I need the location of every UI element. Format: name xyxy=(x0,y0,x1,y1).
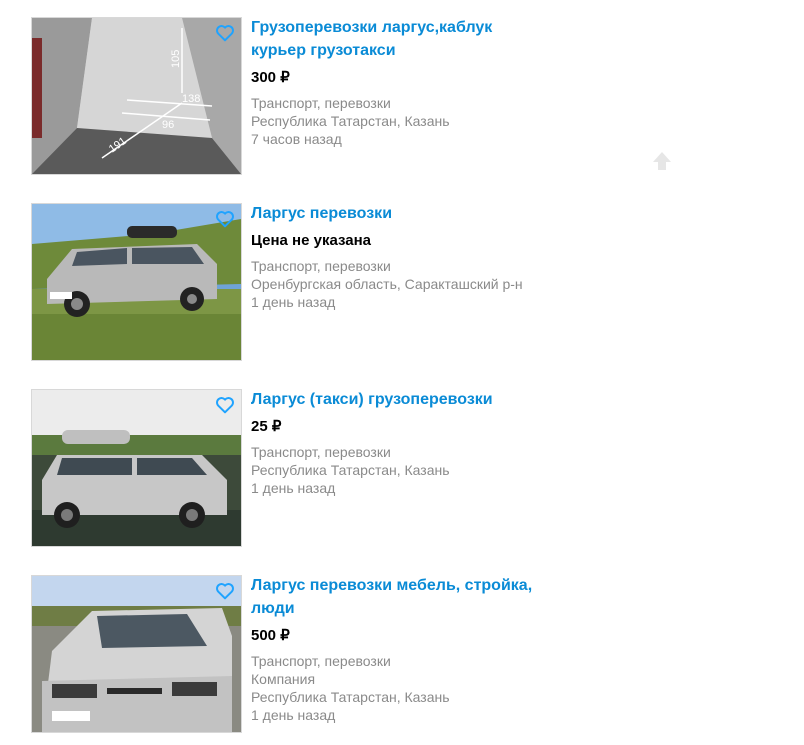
listing-title-link[interactable]: Ларгус (такси) грузоперевозки xyxy=(251,388,541,411)
listing-seller-type: Компания xyxy=(251,671,316,687)
listing-page: 105 138 96 191 Грузоперевозки ларгус,каб… xyxy=(0,0,804,745)
listing-time: 7 часов назад xyxy=(251,131,342,147)
listing-title-link[interactable]: Ларгус перевозки xyxy=(251,202,541,225)
van-cargo-photo: 105 138 96 191 xyxy=(32,18,241,174)
listing-location: Республика Татарстан, Казань xyxy=(251,462,450,478)
car-photo xyxy=(32,576,241,732)
listing-item: Ларгус (такси) грузоперевозки 25 ₽ Транс… xyxy=(31,389,551,547)
listing-time: 1 день назад xyxy=(251,707,336,723)
listing-price: 300 ₽ xyxy=(251,69,290,86)
listing-photo[interactable] xyxy=(31,389,242,547)
favorite-heart-icon[interactable] xyxy=(215,582,235,600)
favorite-heart-icon[interactable] xyxy=(215,396,235,414)
scroll-top-arrow-up-icon[interactable] xyxy=(652,150,672,172)
listing-price: Цена не указана xyxy=(251,232,371,249)
listing-location: Республика Татарстан, Казань xyxy=(251,689,450,705)
listing-price: 500 ₽ xyxy=(251,627,290,644)
listing-item: 105 138 96 191 Грузоперевозки ларгус,каб… xyxy=(31,17,551,175)
dimension-label: 138 xyxy=(182,93,200,105)
listing-time: 1 день назад xyxy=(251,480,336,496)
listing-item: Ларгус перевозки мебель, стройка, люди 5… xyxy=(31,575,551,733)
listing-photo[interactable] xyxy=(31,575,242,733)
listing-info: Ларгус перевозки Цена не указана Транспо… xyxy=(251,203,541,311)
listing-item: Ларгус перевозки Цена не указана Транспо… xyxy=(31,203,551,361)
listing-time: 1 день назад xyxy=(251,294,336,310)
listing-title-link[interactable]: Ларгус перевозки мебель, стройка, люди xyxy=(251,574,541,620)
listing-price: 25 ₽ xyxy=(251,418,282,435)
listing-photo[interactable]: 105 138 96 191 xyxy=(31,17,242,175)
listing-info: Ларгус (такси) грузоперевозки 25 ₽ Транс… xyxy=(251,389,541,497)
dimension-label: 105 xyxy=(170,50,182,68)
listing-category: Транспорт, перевозки xyxy=(251,444,391,460)
favorite-heart-icon[interactable] xyxy=(215,24,235,42)
listing-location: Оренбургская область, Саракташский р-н xyxy=(251,276,523,292)
listing-category: Транспорт, перевозки xyxy=(251,653,391,669)
favorite-heart-icon[interactable] xyxy=(215,210,235,228)
car-photo xyxy=(32,204,241,360)
listing-photo[interactable] xyxy=(31,203,242,361)
listing-info: Ларгус перевозки мебель, стройка, люди 5… xyxy=(251,575,541,724)
listing-info: Грузоперевозки ларгус,каблук курьер груз… xyxy=(251,17,541,148)
listing-category: Транспорт, перевозки xyxy=(251,95,391,111)
listing-category: Транспорт, перевозки xyxy=(251,258,391,274)
car-photo xyxy=(32,390,241,546)
listing-location: Республика Татарстан, Казань xyxy=(251,113,450,129)
listing-title-link[interactable]: Грузоперевозки ларгус,каблук курьер груз… xyxy=(251,16,541,62)
dimension-label: 96 xyxy=(162,119,174,131)
